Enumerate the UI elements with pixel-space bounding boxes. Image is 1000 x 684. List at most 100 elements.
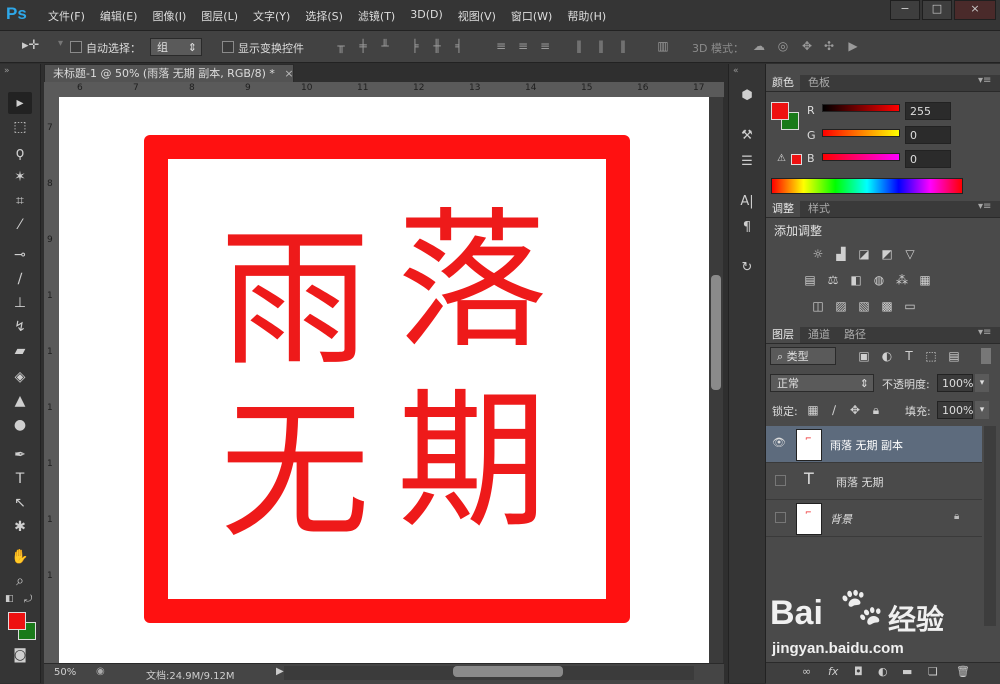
paragraph-panel-icon[interactable]: ¶ (735, 218, 759, 238)
menu-view[interactable]: 视图(V) (458, 8, 496, 24)
b-value[interactable]: 0 (905, 150, 951, 168)
distribute-bottom-icon[interactable]: ≡ (538, 39, 552, 53)
tab-paths[interactable]: 路径 (838, 327, 872, 343)
filter-adjustment-icon[interactable]: ◐ (880, 349, 894, 363)
curves-icon[interactable]: ◪ (857, 247, 871, 261)
tab-swatches[interactable]: 色板 (802, 75, 836, 91)
filter-smart-icon[interactable]: ▤ (947, 349, 961, 363)
marquee-tool-icon[interactable]: ⬚ (8, 116, 32, 138)
status-menu-icon[interactable]: ◉ (96, 666, 105, 677)
magic-wand-icon[interactable]: ✶ (8, 166, 32, 188)
filter-pixel-icon[interactable]: ▣ (857, 349, 871, 363)
color-balance-icon[interactable]: ⚖ (826, 273, 840, 287)
pen-tool-icon[interactable]: ✒ (8, 444, 32, 466)
menu-select[interactable]: 选择(S) (305, 8, 343, 24)
distribute-right-icon[interactable]: ‖ (616, 39, 630, 53)
visibility-checkbox[interactable] (775, 475, 786, 486)
3d-drag-icon[interactable]: ✥ (800, 39, 814, 53)
tab-channels[interactable]: 通道 (802, 327, 836, 343)
gradient-map-icon[interactable]: ▭ (903, 299, 917, 313)
menu-3d[interactable]: 3D(D) (410, 8, 443, 24)
layer-name[interactable]: 背景 (830, 511, 852, 527)
vibrance-icon[interactable]: ▽ (903, 247, 917, 261)
filter-shape-icon[interactable]: ⬚ (924, 349, 938, 363)
zoom-level[interactable]: 50% (54, 667, 76, 678)
history-panel-icon[interactable]: ↻ (735, 258, 759, 278)
levels-icon[interactable]: ▟ (834, 247, 848, 261)
blend-mode-dropdown[interactable]: 正常 ⇕ (770, 374, 874, 392)
menu-file[interactable]: 文件(F) (48, 8, 85, 24)
3d-rotate-icon[interactable]: ☁ (752, 39, 766, 53)
menu-layer[interactable]: 图层(L) (201, 8, 238, 24)
black-white-icon[interactable]: ◧ (849, 273, 863, 287)
brightness-icon[interactable]: ☼ (811, 247, 825, 261)
align-right-icon[interactable]: ╡ (452, 39, 466, 53)
menu-help[interactable]: 帮助(H) (567, 8, 606, 24)
r-slider[interactable] (822, 104, 900, 112)
menu-type[interactable]: 文字(Y) (253, 8, 290, 24)
restore-button[interactable]: □ (922, 0, 952, 20)
filter-type-icon[interactable]: T (902, 349, 916, 363)
blur-tool-icon[interactable]: ▲ (8, 390, 32, 412)
brush-tool-icon[interactable]: ∕ (8, 268, 32, 290)
3d-panel-icon[interactable]: ⬢ (735, 86, 759, 106)
3d-scale-icon[interactable]: ▶ (846, 39, 860, 53)
opacity-value[interactable]: 100% (937, 374, 973, 392)
color-spectrum-bar[interactable] (771, 178, 963, 194)
hand-tool-icon[interactable]: ✋ (8, 546, 32, 568)
lock-pixels-icon[interactable]: ∕ (827, 403, 841, 417)
layer-name[interactable]: 雨落 无期 副本 (830, 437, 903, 453)
move-tool-icon[interactable]: ▸ (8, 92, 32, 114)
type-tool-icon[interactable]: T (8, 468, 32, 490)
3d-slide-icon[interactable]: ✣ (822, 39, 836, 53)
3d-roll-icon[interactable]: ◎ (776, 39, 790, 53)
minimize-button[interactable]: − (890, 0, 920, 20)
distribute-vcenter-icon[interactable]: ≡ (516, 39, 530, 53)
panel-menu-icon[interactable]: ▾≡ (978, 201, 991, 212)
gamut-warning-icon[interactable]: ⚠ (777, 153, 786, 164)
show-transform-checkbox[interactable] (222, 41, 234, 56)
expand-icon[interactable]: « (733, 66, 739, 76)
auto-select-checkbox[interactable] (70, 41, 82, 56)
r-value[interactable]: 255 (905, 102, 951, 120)
chevron-down-icon[interactable]: ▾ (975, 374, 989, 392)
default-colors-icon[interactable]: ◧ (5, 594, 14, 604)
hue-saturation-icon[interactable]: ▤ (803, 273, 817, 287)
layer-name[interactable]: 雨落 无期 (836, 474, 884, 490)
menu-edit[interactable]: 编辑(E) (100, 8, 138, 24)
posterize-icon[interactable]: ▨ (834, 299, 848, 313)
layer-row-copy[interactable]: 👁︎ ⌐ 雨落 无期 副本 (766, 426, 982, 463)
layer-row-background[interactable]: ⌐ 背景 🔒︎ (766, 500, 982, 537)
panel-menu-icon[interactable]: ▾≡ (978, 327, 991, 338)
document-canvas[interactable]: 雨 落 无 期 (59, 97, 709, 663)
exposure-icon[interactable]: ◩ (880, 247, 894, 261)
lock-transparent-icon[interactable]: ▦ (806, 403, 820, 417)
quick-mask-icon[interactable]: ◙ (8, 644, 32, 666)
color-fg-swatch[interactable] (771, 102, 789, 120)
menu-image[interactable]: 图像(I) (152, 8, 186, 24)
invert-icon[interactable]: ◫ (811, 299, 825, 313)
align-bottom-icon[interactable]: ╨ (378, 39, 392, 53)
align-hcenter-icon[interactable]: ╫ (430, 39, 444, 53)
lock-position-icon[interactable]: ✥ (848, 403, 862, 417)
tool-presets-icon[interactable]: ⚒ (735, 126, 759, 146)
status-arrow-icon[interactable]: ▶ (276, 666, 284, 677)
menu-filter[interactable]: 滤镜(T) (358, 8, 395, 24)
photo-filter-icon[interactable]: ◍ (872, 273, 886, 287)
character-panel-icon[interactable]: A| (735, 192, 759, 212)
tab-styles[interactable]: 样式 (802, 201, 836, 217)
g-slider[interactable] (822, 129, 900, 137)
align-vcenter-icon[interactable]: ╪ (356, 39, 370, 53)
horizontal-scroll-thumb[interactable] (453, 666, 563, 677)
layer-row-text[interactable]: T 雨落 无期 (766, 463, 982, 500)
lasso-tool-icon[interactable]: ϙ (8, 142, 32, 164)
auto-select-dropdown[interactable]: 组 ⇕ (150, 38, 202, 56)
canvas-area[interactable]: 雨 落 无 期 (59, 97, 709, 663)
distribute-hcenter-icon[interactable]: ‖ (594, 39, 608, 53)
align-left-icon[interactable]: ╞ (408, 39, 422, 53)
panel-menu-icon[interactable]: ▾≡ (978, 75, 991, 86)
close-window-button[interactable]: × (954, 0, 996, 20)
auto-align-icon[interactable]: ▥ (656, 39, 670, 53)
tab-color[interactable]: 颜色 (766, 75, 800, 91)
align-top-icon[interactable]: ╥ (334, 39, 348, 53)
